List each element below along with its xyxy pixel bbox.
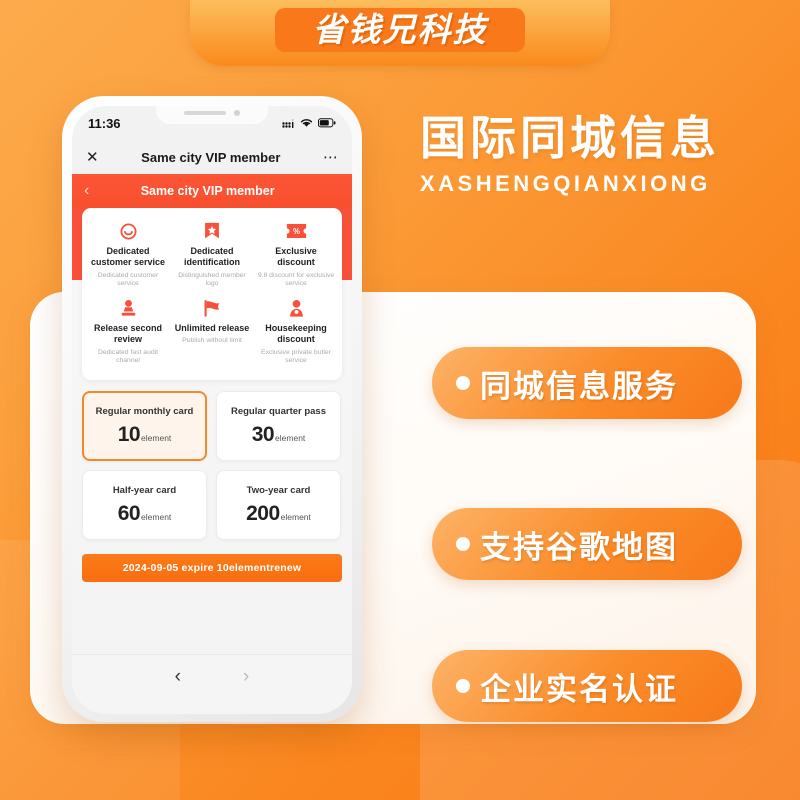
plan-name: Two-year card: [246, 484, 311, 496]
status-icons: [282, 118, 336, 128]
plan-price: 200 element: [246, 502, 311, 526]
phone-mockup: 11:36 ✕ Same city VIP member ⋯ ‹ Same ci…: [62, 96, 362, 722]
plan-name: Half-year card: [112, 484, 177, 496]
chevron-left-icon[interactable]: ‹: [175, 667, 181, 686]
plan-card-monthly[interactable]: Regular monthly card 10 element: [82, 391, 207, 462]
benefit-desc: Dedicated fast audit channel: [97, 348, 159, 365]
benefit-desc: 9.8 discount for exclusive service: [257, 271, 335, 288]
benefit-title: Unlimited release: [174, 323, 250, 334]
plan-price: 10 element: [118, 423, 172, 447]
headline: 国际同城信息 XASHENGQIANXIONG: [420, 112, 770, 197]
chevron-right-icon[interactable]: ›: [243, 667, 249, 686]
plan-amount: 10: [117, 422, 141, 446]
plan-card-two-year[interactable]: Two-year card 200 element: [216, 470, 341, 541]
benefit-desc: Dedicated customer service: [97, 271, 159, 288]
battery-icon: [318, 118, 336, 128]
plan-unit: element: [141, 432, 172, 443]
feature-pill-1[interactable]: 同城信息服务: [432, 347, 742, 419]
bullet-dot-icon: [456, 376, 470, 390]
benefit-item: % Exclusive discount 9.8 discount for ex…: [254, 218, 338, 295]
benefit-title: Release second review: [93, 323, 163, 345]
phone-screen: 11:36 ✕ Same city VIP member ⋯ ‹ Same ci…: [72, 106, 352, 714]
plan-unit: element: [275, 432, 306, 443]
benefit-desc: Distinguished member logo: [178, 271, 246, 288]
benefits-row-2: Release second review Dedicated fast aud…: [86, 295, 338, 372]
feature-pill-1-label: 同城信息服务: [480, 368, 678, 404]
app-header: ‹ Same city VIP member: [72, 174, 352, 208]
brand-ribbon: 省钱兄科技: [190, 0, 610, 66]
browser-nav-bar: ✕ Same city VIP member ⋯: [72, 140, 352, 174]
browser-page-title: Same city VIP member: [141, 149, 281, 165]
renew-button[interactable]: 2024-09-05 expire 10elementrenew: [82, 554, 342, 583]
signal-icon: [282, 119, 294, 128]
benefit-title: Dedicated customer service: [90, 246, 166, 268]
benefit-item: Dedicated customer service Dedicated cus…: [86, 218, 170, 295]
feature-pill-2-label: 支持谷歌地图: [480, 529, 678, 565]
benefits-card: Dedicated customer service Dedicated cus…: [82, 208, 342, 381]
speaker-grill-icon: [184, 111, 226, 115]
headset-icon: [89, 220, 167, 242]
close-icon[interactable]: ✕: [86, 150, 99, 165]
plan-list: Regular monthly card 10 element Regular …: [82, 391, 342, 541]
brand-name: 省钱兄科技: [312, 11, 488, 48]
svg-text:%: %: [293, 227, 300, 236]
plan-card-half-year[interactable]: Half-year card 60 element: [82, 470, 207, 541]
phone-notch: [156, 106, 268, 124]
status-bar: 11:36: [72, 106, 352, 140]
benefit-title: Exclusive discount: [275, 246, 317, 268]
feature-pill-2[interactable]: 支持谷歌地图: [432, 508, 742, 580]
plan-unit: element: [280, 511, 311, 522]
status-time: 11:36: [88, 115, 121, 131]
star-badge-icon: [173, 220, 251, 242]
benefit-title: Dedicated identification: [184, 246, 240, 268]
plan-unit: element: [141, 511, 172, 522]
headline-title: 国际同城信息: [420, 112, 720, 164]
discount-coupon-icon: %: [257, 220, 335, 242]
bullet-dot-icon: [456, 679, 470, 693]
benefits-row-1: Dedicated customer service Dedicated cus…: [86, 218, 338, 295]
plan-amount: 60: [117, 501, 141, 525]
plan-amount: 200: [246, 501, 280, 525]
benefit-desc: Publish without limit: [182, 337, 242, 345]
feature-pill-3-label: 企业实名认证: [480, 671, 678, 707]
wifi-icon: [300, 119, 313, 127]
plan-price: 60 element: [118, 502, 172, 526]
browser-bottom-nav: ‹ ›: [72, 654, 352, 698]
plan-amount: 30: [251, 422, 275, 446]
more-options-icon[interactable]: ⋯: [323, 150, 338, 165]
bullet-dot-icon: [456, 537, 470, 551]
benefit-title: Housekeeping discount: [265, 323, 327, 345]
benefit-item: Unlimited release Publish without limit: [170, 295, 254, 372]
app-header-title: Same city VIP member: [140, 184, 275, 198]
benefit-item: Release second review Dedicated fast aud…: [86, 295, 170, 372]
plan-card-quarter[interactable]: Regular quarter pass 30 element: [216, 391, 341, 462]
benefit-desc: Exclusive private butler service: [261, 348, 331, 365]
plan-name: Regular monthly card: [95, 405, 194, 417]
front-camera-icon: [234, 110, 240, 116]
app-body: Dedicated customer service Dedicated cus…: [72, 208, 352, 698]
housekeeper-icon: [257, 297, 335, 319]
plan-name: Regular quarter pass: [230, 405, 327, 417]
headline-subtitle: XASHENGQIANXIONG: [420, 170, 711, 196]
plan-price: 30 element: [252, 423, 306, 447]
benefit-item: Dedicated identification Distinguished m…: [170, 218, 254, 295]
flag-icon: [173, 297, 251, 319]
benefit-item: Housekeeping discount Exclusive private …: [254, 295, 338, 372]
feature-pill-3[interactable]: 企业实名认证: [432, 650, 742, 722]
stamp-icon: [89, 297, 167, 319]
